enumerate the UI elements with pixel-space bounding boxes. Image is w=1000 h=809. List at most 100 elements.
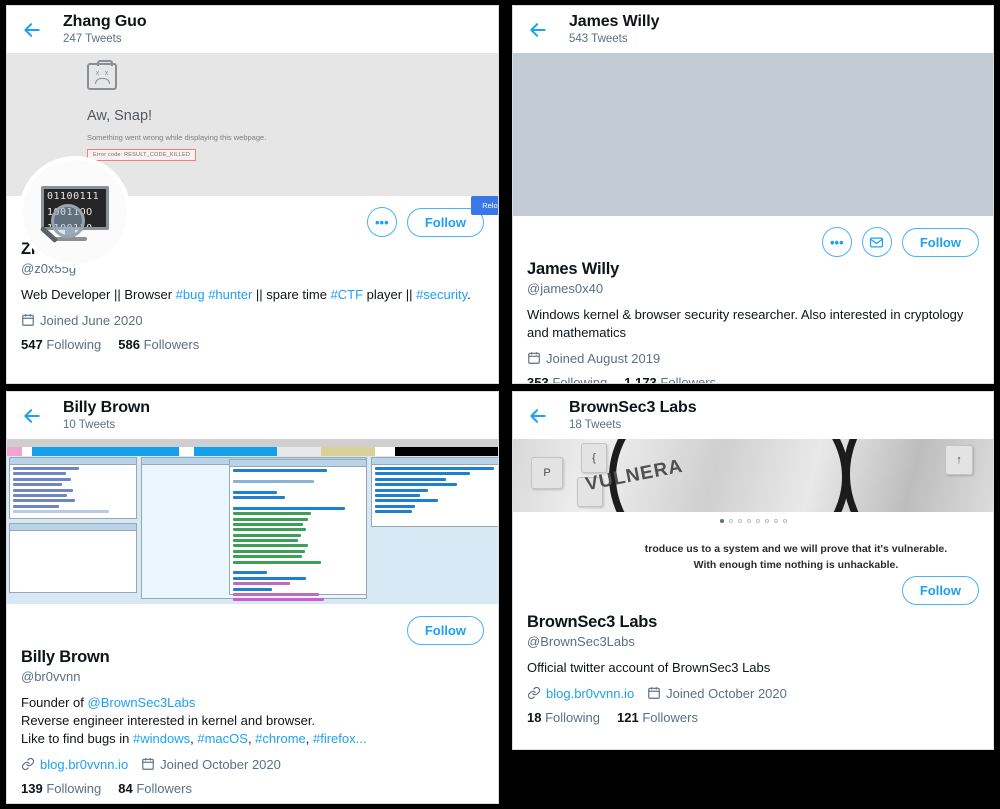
follow-button[interactable]: Follow [901, 227, 979, 257]
window-content [230, 467, 366, 604]
ida-toolbar [7, 439, 498, 447]
sad-tab-icon: xx [87, 60, 117, 90]
envelope-icon[interactable] [861, 227, 892, 257]
binary-monitor-magnifier-icon: 01100111 10011OO 1100110 [23, 160, 127, 264]
chrome-error-art: xx Aw, Snap! Something went wrong while … [87, 60, 498, 215]
website-label[interactable]: blog.br0vvnn.io [546, 686, 634, 701]
carousel-dot[interactable] [719, 519, 724, 523]
ida-screenshot-art [7, 439, 498, 604]
following-label: Following [46, 780, 102, 796]
bio-link[interactable]: #CTF [331, 287, 364, 302]
followers-stat[interactable]: 1,173 Followers [624, 374, 717, 384]
joined-date: Joined October 2020 [141, 757, 281, 772]
website-link[interactable]: blog.br0vvnn.io [527, 686, 634, 701]
following-label: Following [545, 709, 601, 725]
cover-photo-placeholder [513, 53, 993, 216]
bio: Windows kernel & browser security resear… [527, 306, 979, 342]
window-titlebar [230, 460, 366, 467]
profile-panel-james-willy: James Willy 543 Tweets ••• Follow James … [512, 5, 994, 384]
bio-text: . [467, 287, 471, 302]
header-tweet-count: 10 Tweets [63, 418, 116, 431]
joined-date: Joined June 2020 [21, 313, 143, 328]
calendar-icon [142, 758, 155, 771]
profile-actions: Follow [7, 604, 498, 646]
follow-button[interactable]: Follow [406, 615, 484, 645]
bio-link[interactable]: #hunter [208, 287, 252, 302]
following-stat[interactable]: 547 Following [21, 337, 101, 352]
following-stat[interactable]: 139 Following [21, 781, 101, 796]
more-options-icon[interactable]: ••• [821, 227, 852, 257]
carousel-dot[interactable] [746, 519, 751, 523]
bio-link[interactable]: #windows [133, 731, 190, 746]
header-tweet-count: 247 Tweets [63, 32, 122, 45]
bio-text: Like to find bugs in [21, 730, 134, 746]
bio-link[interactable]: #macOS [197, 731, 248, 746]
carousel-dot[interactable] [782, 519, 787, 523]
handle: @james0x40 [527, 281, 604, 296]
bio-link[interactable]: #chrome [255, 731, 306, 746]
profile-info: James Willy @james0x40 Windows kernel & … [513, 258, 993, 384]
back-arrow-icon[interactable] [17, 401, 47, 431]
window-content [372, 465, 498, 518]
cover-carousel-dots[interactable] [513, 512, 993, 525]
carousel-dot[interactable] [737, 519, 742, 523]
error-subtitle: Something went wrong while displaying th… [87, 133, 267, 142]
bio-link[interactable]: #firefox... [313, 731, 366, 746]
bio-link[interactable]: #bug [176, 287, 205, 302]
window-titlebar [372, 458, 498, 465]
window-titlebar [10, 458, 136, 465]
back-arrow-icon[interactable] [523, 15, 553, 45]
window-content [10, 465, 136, 518]
profile-stats: 18 Following 121 Followers [527, 710, 979, 725]
ida-pseudocode-window [371, 457, 498, 527]
link-icon [21, 758, 35, 771]
bio-text: Windows kernel & browser security resear… [527, 307, 964, 340]
following-label: Following [552, 374, 608, 384]
website-label[interactable]: blog.br0vvnn.io [40, 757, 128, 772]
reload-button[interactable]: Reload [471, 196, 498, 215]
carousel-dot[interactable] [764, 519, 769, 523]
back-arrow-icon[interactable] [523, 401, 553, 431]
link-icon [527, 687, 541, 700]
following-stat[interactable]: 18 Following [527, 710, 600, 725]
calendar-icon [528, 352, 540, 365]
followers-stat[interactable]: 84 Followers [118, 781, 192, 796]
followers-stat[interactable]: 586 Followers [118, 337, 199, 352]
joined-label: Joined October 2020 [666, 685, 787, 701]
bio-link[interactable]: #security [416, 287, 467, 302]
panel-header: BrownSec3 Labs 18 Tweets [513, 392, 993, 439]
avatar[interactable]: 01100111 10011OO 1100110 [19, 156, 131, 268]
back-arrow-icon[interactable] [17, 15, 47, 45]
followers-count: 1,173 [624, 374, 657, 384]
bio-text: Web Developer || Browser [21, 287, 176, 302]
profile-meta: blog.br0vvnn.io Joined October 2020 [527, 686, 979, 701]
followers-stat[interactable]: 121 Followers [617, 710, 698, 725]
followers-count: 84 [118, 780, 133, 796]
carousel-dot[interactable] [773, 519, 778, 523]
website-link[interactable]: blog.br0vvnn.io [21, 757, 128, 772]
joined-date: Joined October 2020 [647, 686, 787, 701]
profile-info: BrownSec3 Labs @BrownSec3Labs Official t… [513, 611, 993, 733]
more-dots: ••• [830, 234, 844, 250]
panel-header: Billy Brown 10 Tweets [7, 392, 498, 439]
ida-graph-window [9, 523, 137, 593]
calendar-icon [22, 314, 34, 327]
header-tweet-count: 543 Tweets [569, 32, 628, 45]
bio-text: Reverse engineer interested in kernel an… [21, 712, 316, 728]
profile-meta: Joined August 2019 [527, 351, 979, 366]
header-display-name: Billy Brown [63, 399, 150, 417]
carousel-dot[interactable] [755, 519, 760, 523]
following-stat[interactable]: 353 Following [527, 374, 608, 384]
display-name: James Willy [527, 260, 620, 278]
more-options-icon[interactable]: ••• [366, 207, 397, 237]
keyboard-key-brace: { [581, 443, 607, 473]
carousel-dot[interactable] [728, 519, 733, 523]
following-count: 139 [21, 780, 43, 796]
profile-body: troduce us to a system and we will prove… [513, 525, 993, 733]
learn-more-link[interactable]: ...ore [87, 173, 467, 182]
handle: @br0vvnn [21, 669, 81, 684]
follow-button[interactable]: Follow [901, 576, 979, 605]
bio-link[interactable]: @BrownSec3Labs [88, 695, 196, 710]
display-name: BrownSec3 Labs [527, 613, 658, 631]
followers-label: Followers [660, 374, 717, 384]
